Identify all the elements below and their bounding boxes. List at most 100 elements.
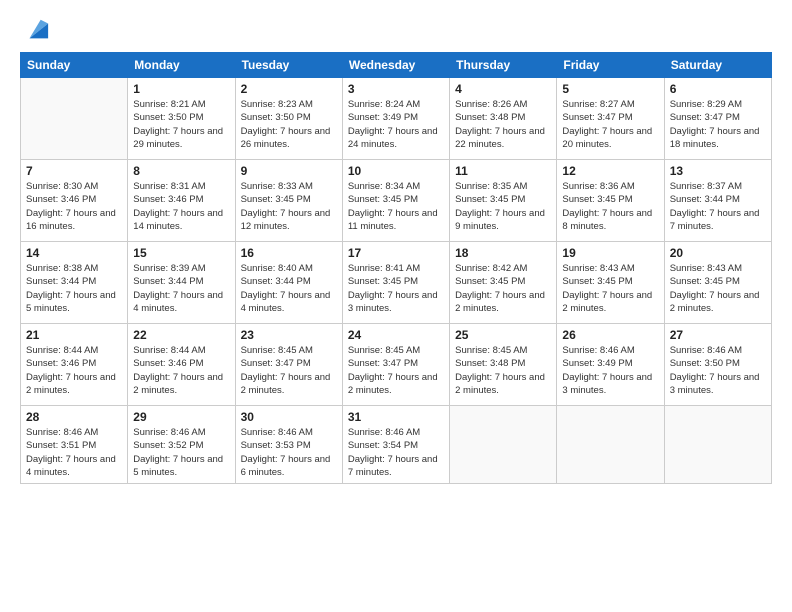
day-cell: 3Sunrise: 8:24 AM Sunset: 3:49 PM Daylig… <box>342 78 449 160</box>
day-info: Sunrise: 8:46 AM Sunset: 3:50 PM Dayligh… <box>670 344 766 397</box>
day-cell: 17 Sunrise: 8:41 AM Sunset: 3:45 PM Dayli… <box>342 242 449 324</box>
day-number: 13 <box>670 164 766 178</box>
day-cell: 10 Sunrise: 8:34 AM Sunset: 3:45 PM Dayli… <box>342 160 449 242</box>
day-number: 11 <box>455 164 551 178</box>
day-cell: 4 Sunrise: 8:26 AM Sunset: 3:48 PM Daylig… <box>450 78 557 160</box>
day-number: 20 <box>670 246 766 260</box>
calendar-page: SundayMondayTuesdayWednesdayThursdayFrid… <box>0 0 792 612</box>
weekday-header-row: SundayMondayTuesdayWednesdayThursdayFrid… <box>21 53 772 78</box>
weekday-wednesday: Wednesday <box>342 53 449 78</box>
day-number: 23 <box>241 328 337 342</box>
weekday-monday: Monday <box>128 53 235 78</box>
day-info: Sunrise: 8:35 AM Sunset: 3:45 PM Dayligh… <box>455 180 551 233</box>
day-number: 5 <box>562 82 658 96</box>
week-row-1: 1Sunrise: 8:21 AM Sunset: 3:50 PM Daylig… <box>21 78 772 160</box>
weekday-saturday: Saturday <box>664 53 771 78</box>
weekday-tuesday: Tuesday <box>235 53 342 78</box>
day-number: 1 <box>133 82 229 96</box>
day-info: Sunrise: 8:38 AM Sunset: 3:44 PM Dayligh… <box>26 262 122 315</box>
day-info: Sunrise: 8:34 AM Sunset: 3:45 PM Dayligh… <box>348 180 444 233</box>
day-number: 21 <box>26 328 122 342</box>
day-info: Sunrise: 8:29 AM Sunset: 3:47 PM Dayligh… <box>670 98 766 151</box>
day-info: Sunrise: 8:46 AM Sunset: 3:52 PM Dayligh… <box>133 426 229 479</box>
day-cell: 27 Sunrise: 8:46 AM Sunset: 3:50 PM Dayli… <box>664 324 771 406</box>
day-number: 2 <box>241 82 337 96</box>
day-info: Sunrise: 8:27 AM Sunset: 3:47 PM Dayligh… <box>562 98 658 151</box>
day-cell: 18Sunrise: 8:42 AM Sunset: 3:45 PM Dayli… <box>450 242 557 324</box>
day-info: Sunrise: 8:44 AM Sunset: 3:46 PM Dayligh… <box>133 344 229 397</box>
day-cell: 25Sunrise: 8:45 AM Sunset: 3:48 PM Dayli… <box>450 324 557 406</box>
day-number: 27 <box>670 328 766 342</box>
day-cell: 28Sunrise: 8:46 AM Sunset: 3:51 PM Dayli… <box>21 406 128 484</box>
day-cell: 12 Sunrise: 8:36 AM Sunset: 3:45 PM Dayli… <box>557 160 664 242</box>
day-cell: 16 Sunrise: 8:40 AM Sunset: 3:44 PM Dayli… <box>235 242 342 324</box>
logo <box>20 16 50 44</box>
day-cell <box>21 78 128 160</box>
day-info: Sunrise: 8:46 AM Sunset: 3:54 PM Dayligh… <box>348 426 444 479</box>
day-number: 7 <box>26 164 122 178</box>
day-number: 4 <box>455 82 551 96</box>
logo-icon <box>22 16 50 44</box>
day-cell: 23 Sunrise: 8:45 AM Sunset: 3:47 PM Dayli… <box>235 324 342 406</box>
day-info: Sunrise: 8:37 AM Sunset: 3:44 PM Dayligh… <box>670 180 766 233</box>
day-number: 12 <box>562 164 658 178</box>
day-number: 6 <box>670 82 766 96</box>
day-cell: 24 Sunrise: 8:45 AM Sunset: 3:47 PM Dayli… <box>342 324 449 406</box>
day-cell: 13 Sunrise: 8:37 AM Sunset: 3:44 PM Dayli… <box>664 160 771 242</box>
day-info: Sunrise: 8:46 AM Sunset: 3:53 PM Dayligh… <box>241 426 337 479</box>
day-number: 14 <box>26 246 122 260</box>
day-info: Sunrise: 8:45 AM Sunset: 3:47 PM Dayligh… <box>348 344 444 397</box>
day-number: 10 <box>348 164 444 178</box>
day-info: Sunrise: 8:40 AM Sunset: 3:44 PM Dayligh… <box>241 262 337 315</box>
day-info: Sunrise: 8:24 AM Sunset: 3:49 PM Dayligh… <box>348 98 444 151</box>
day-info: Sunrise: 8:44 AM Sunset: 3:46 PM Dayligh… <box>26 344 122 397</box>
day-cell: 20 Sunrise: 8:43 AM Sunset: 3:45 PM Dayli… <box>664 242 771 324</box>
day-info: Sunrise: 8:45 AM Sunset: 3:48 PM Dayligh… <box>455 344 551 397</box>
day-cell: 21 Sunrise: 8:44 AM Sunset: 3:46 PM Dayli… <box>21 324 128 406</box>
day-cell: 11 Sunrise: 8:35 AM Sunset: 3:45 PM Dayli… <box>450 160 557 242</box>
day-info: Sunrise: 8:45 AM Sunset: 3:47 PM Dayligh… <box>241 344 337 397</box>
day-number: 18 <box>455 246 551 260</box>
day-number: 8 <box>133 164 229 178</box>
day-number: 19 <box>562 246 658 260</box>
day-info: Sunrise: 8:43 AM Sunset: 3:45 PM Dayligh… <box>562 262 658 315</box>
day-cell: 19 Sunrise: 8:43 AM Sunset: 3:45 PM Dayli… <box>557 242 664 324</box>
day-number: 31 <box>348 410 444 424</box>
day-info: Sunrise: 8:31 AM Sunset: 3:46 PM Dayligh… <box>133 180 229 233</box>
weekday-friday: Friday <box>557 53 664 78</box>
day-number: 28 <box>26 410 122 424</box>
day-number: 9 <box>241 164 337 178</box>
day-cell: 22 Sunrise: 8:44 AM Sunset: 3:46 PM Dayli… <box>128 324 235 406</box>
weekday-sunday: Sunday <box>21 53 128 78</box>
day-cell: 15Sunrise: 8:39 AM Sunset: 3:44 PM Dayli… <box>128 242 235 324</box>
day-cell <box>664 406 771 484</box>
week-row-5: 28Sunrise: 8:46 AM Sunset: 3:51 PM Dayli… <box>21 406 772 484</box>
day-number: 17 <box>348 246 444 260</box>
day-info: Sunrise: 8:26 AM Sunset: 3:48 PM Dayligh… <box>455 98 551 151</box>
day-number: 16 <box>241 246 337 260</box>
day-cell: 7Sunrise: 8:30 AM Sunset: 3:46 PM Daylig… <box>21 160 128 242</box>
day-number: 26 <box>562 328 658 342</box>
day-cell: 5 Sunrise: 8:27 AM Sunset: 3:47 PM Daylig… <box>557 78 664 160</box>
day-number: 22 <box>133 328 229 342</box>
day-cell: 26 Sunrise: 8:46 AM Sunset: 3:49 PM Dayli… <box>557 324 664 406</box>
day-cell <box>450 406 557 484</box>
day-cell: 9Sunrise: 8:33 AM Sunset: 3:45 PM Daylig… <box>235 160 342 242</box>
week-row-4: 21 Sunrise: 8:44 AM Sunset: 3:46 PM Dayli… <box>21 324 772 406</box>
day-cell <box>557 406 664 484</box>
day-info: Sunrise: 8:39 AM Sunset: 3:44 PM Dayligh… <box>133 262 229 315</box>
day-number: 29 <box>133 410 229 424</box>
day-cell: 1Sunrise: 8:21 AM Sunset: 3:50 PM Daylig… <box>128 78 235 160</box>
day-info: Sunrise: 8:36 AM Sunset: 3:45 PM Dayligh… <box>562 180 658 233</box>
day-info: Sunrise: 8:41 AM Sunset: 3:45 PM Dayligh… <box>348 262 444 315</box>
day-info: Sunrise: 8:46 AM Sunset: 3:49 PM Dayligh… <box>562 344 658 397</box>
calendar-table: SundayMondayTuesdayWednesdayThursdayFrid… <box>20 52 772 484</box>
day-cell: 29 Sunrise: 8:46 AM Sunset: 3:52 PM Dayli… <box>128 406 235 484</box>
day-cell: 30Sunrise: 8:46 AM Sunset: 3:53 PM Dayli… <box>235 406 342 484</box>
day-cell: 31 Sunrise: 8:46 AM Sunset: 3:54 PM Dayli… <box>342 406 449 484</box>
day-number: 24 <box>348 328 444 342</box>
day-cell: 14 Sunrise: 8:38 AM Sunset: 3:44 PM Dayli… <box>21 242 128 324</box>
day-info: Sunrise: 8:43 AM Sunset: 3:45 PM Dayligh… <box>670 262 766 315</box>
day-cell: 2Sunrise: 8:23 AM Sunset: 3:50 PM Daylig… <box>235 78 342 160</box>
weekday-thursday: Thursday <box>450 53 557 78</box>
